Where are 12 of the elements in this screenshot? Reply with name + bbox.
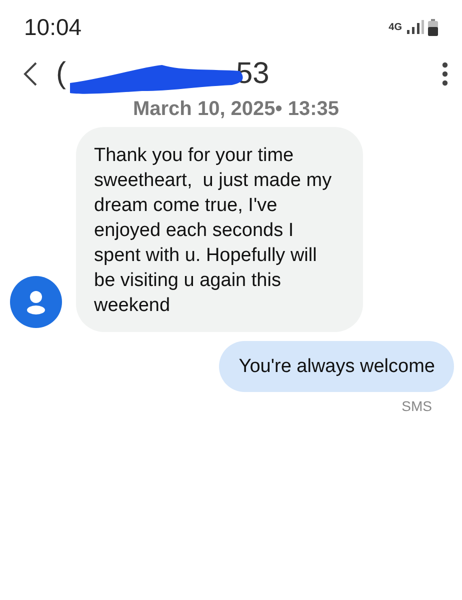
message-type: SMS (402, 398, 432, 414)
signal-icon (406, 19, 424, 35)
network-type: 4G (388, 22, 402, 32)
more-options-icon[interactable] (442, 62, 448, 86)
avatar-icon[interactable] (10, 276, 62, 328)
contact-number: ( (56, 57, 66, 91)
back-icon[interactable] (22, 61, 38, 87)
status-time: 10:04 (24, 14, 82, 40)
message-bubble: Thank you for your time sweetheart, u just made my dream come true, I've enjoyed each seconds I spent with u. Hopefully will be visiting u again this weekend (76, 127, 363, 332)
message-date: March 10, 2025• 13:35 (132, 98, 340, 121)
message-bubble: You're always welcome (218, 341, 454, 392)
battery-icon (428, 18, 438, 36)
